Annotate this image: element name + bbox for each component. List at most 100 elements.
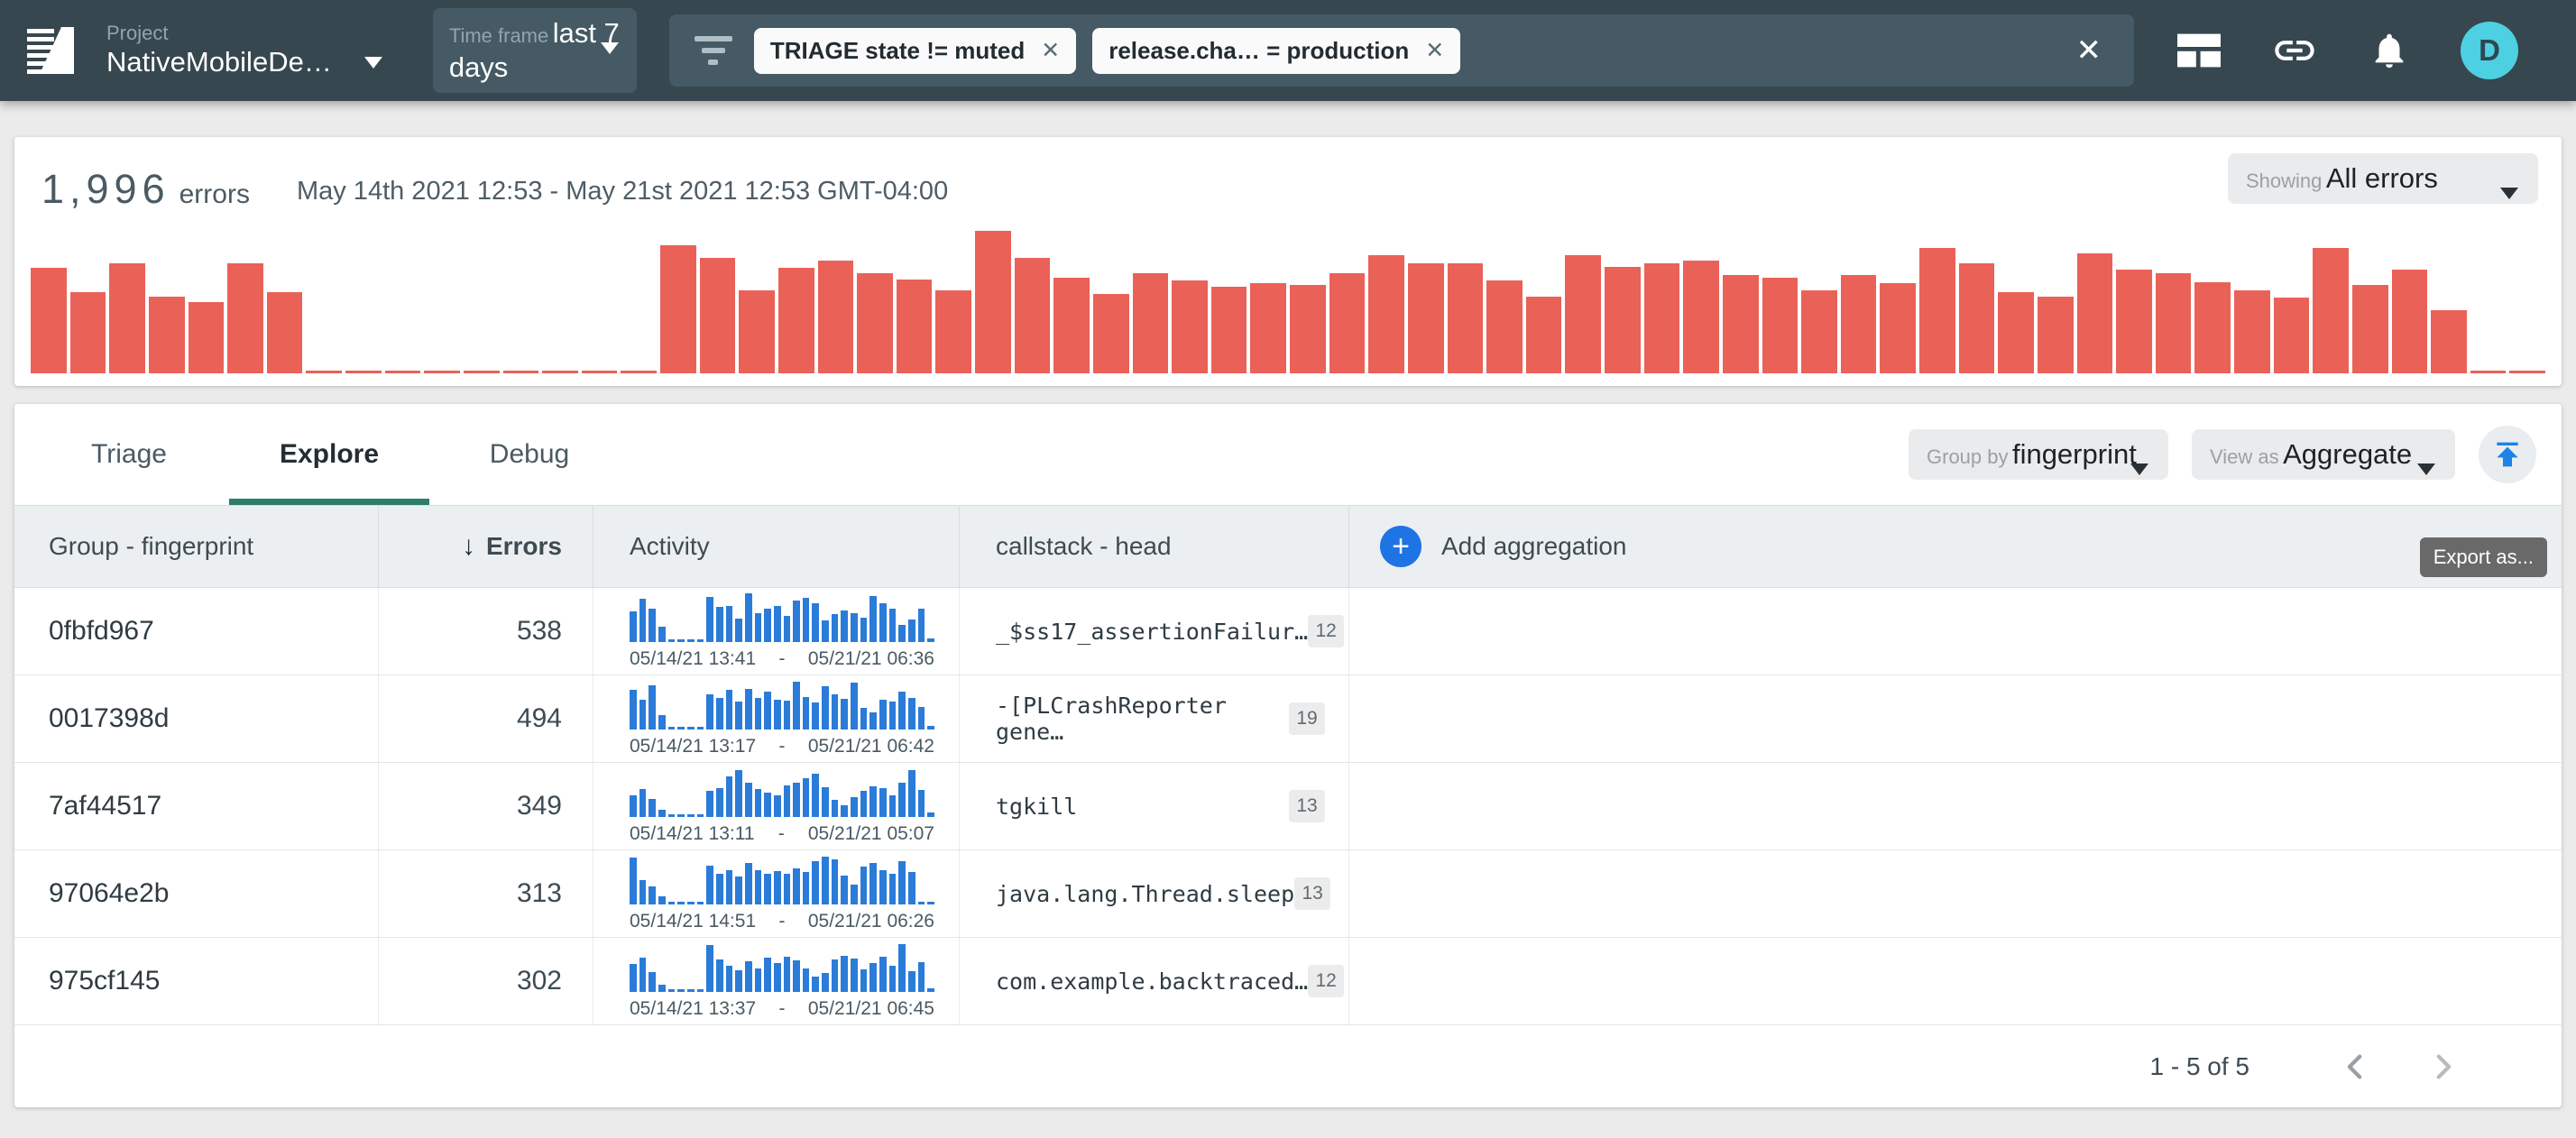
- topbar-actions: D: [2177, 22, 2518, 79]
- filter-chip-release-channel[interactable]: release.cha… = production ✕: [1092, 28, 1460, 74]
- tab-label: Explore: [280, 439, 379, 470]
- chevron-down-icon: [2130, 463, 2148, 475]
- project-value: NativeMobileDe…: [106, 45, 332, 79]
- activity-cell: 05/14/21 13:37 - 05/21/21 06:45: [593, 938, 960, 1024]
- active-tab-underline: [229, 499, 429, 505]
- column-header-fingerprint[interactable]: Group - fingerprint: [14, 506, 379, 587]
- table-controls: Group by fingerprint View as Aggregate: [1909, 426, 2536, 483]
- aggregation-cell: [1349, 588, 2562, 675]
- clear-filters-icon[interactable]: ✕: [2069, 32, 2110, 69]
- aggregation-cell: [1349, 938, 2562, 1024]
- project-selector[interactable]: Project NativeMobileDe…: [106, 22, 382, 79]
- group-by-select[interactable]: Group by fingerprint: [1909, 429, 2168, 480]
- activity-sparkline: [630, 856, 934, 904]
- table-row[interactable]: 0017398d 494 05/14/21 13:17 - 05/21/21 0…: [14, 675, 2562, 763]
- activity-end: 05/21/21 06:45: [808, 998, 934, 1020]
- pagination-row: 1 - 5 of 5: [14, 1025, 2562, 1107]
- callstack-cell: tgkill 13: [960, 763, 1349, 849]
- fingerprint-cell: 97064e2b: [14, 850, 379, 937]
- summary-row: 1,996 errors May 14th 2021 12:53 - May 2…: [14, 137, 2562, 213]
- chevron-down-icon: [2417, 463, 2435, 475]
- explore-card: Triage Explore Debug Group by fingerprin…: [14, 404, 2562, 1107]
- callstack-count-badge: 19: [1289, 702, 1325, 735]
- filter-bar[interactable]: TRIAGE state != muted ✕ release.cha… = p…: [669, 14, 2134, 87]
- errors-cell: 538: [379, 588, 593, 675]
- showing-select[interactable]: Showing All errors: [2228, 153, 2538, 204]
- sort-desc-icon: ↓: [462, 531, 475, 562]
- column-header-errors[interactable]: ↓ Errors: [379, 506, 593, 587]
- errors-cell: 302: [379, 938, 593, 1024]
- callstack-head: java.lang.Thread.sleep: [996, 881, 1294, 907]
- view-as-select[interactable]: View as Aggregate: [2192, 429, 2455, 480]
- activity-cell: 05/14/21 13:41 - 05/21/21 06:36: [593, 588, 960, 675]
- dashboard-icon[interactable]: [2177, 33, 2221, 68]
- app-page: Project NativeMobileDe… Time frame last …: [0, 0, 2576, 1138]
- activity-start: 05/14/21 13:17: [630, 736, 756, 757]
- next-page-button[interactable]: [2414, 1038, 2471, 1096]
- callstack-cell: _$ss17_assertionFailur… 12: [960, 588, 1349, 675]
- activity-start: 05/14/21 13:11: [630, 823, 755, 845]
- view-as-value: Aggregate: [2283, 438, 2412, 470]
- export-button[interactable]: [2479, 426, 2536, 483]
- tab-explore[interactable]: Explore: [229, 404, 429, 505]
- group-by-label: Group by: [1927, 445, 2009, 468]
- column-header-label: Errors: [486, 532, 562, 561]
- tab-triage[interactable]: Triage: [29, 404, 229, 505]
- chevron-down-icon: [2500, 188, 2518, 199]
- table-row[interactable]: 0fbfd967 538 05/14/21 13:41 - 05/21/21 0…: [14, 588, 2562, 675]
- errors-histogram[interactable]: [31, 231, 2545, 373]
- activity-cell: 05/14/21 13:11 - 05/21/21 05:07: [593, 763, 960, 849]
- column-header-activity[interactable]: Activity: [593, 506, 960, 587]
- activity-start: 05/14/21 14:51: [630, 911, 756, 932]
- tab-debug[interactable]: Debug: [429, 404, 630, 505]
- remove-filter-icon[interactable]: ✕: [1425, 37, 1444, 64]
- activity-sparkline: [630, 943, 934, 992]
- export-tooltip: Export as...: [2420, 537, 2547, 577]
- filter-chip-label: TRIAGE state != muted: [770, 37, 1025, 65]
- chevron-down-icon: [364, 57, 382, 69]
- notifications-bell-icon[interactable]: [2369, 30, 2410, 71]
- table-row[interactable]: 7af44517 349 05/14/21 13:11 - 05/21/21 0…: [14, 763, 2562, 850]
- activity-start: 05/14/21 13:41: [630, 648, 756, 670]
- view-as-label: View as: [2210, 445, 2279, 468]
- timeframe-selector[interactable]: Time frame last 7 days: [433, 8, 637, 93]
- showing-value: All errors: [2326, 162, 2438, 194]
- activity-end: 05/21/21 05:07: [808, 823, 934, 845]
- table-row[interactable]: 97064e2b 313 05/14/21 14:51 - 05/21/21 0…: [14, 850, 2562, 938]
- pagination-label: 1 - 5 of 5: [2149, 1052, 2249, 1081]
- callstack-cell: java.lang.Thread.sleep 13: [960, 850, 1349, 937]
- fingerprint-cell: 975cf145: [14, 938, 379, 1024]
- previous-page-button[interactable]: [2327, 1038, 2385, 1096]
- fingerprint-cell: 0017398d: [14, 675, 379, 762]
- project-label: Project: [106, 22, 382, 45]
- callstack-head: -[PLCrashReporter gene…: [996, 693, 1289, 745]
- tab-label: Triage: [91, 439, 167, 470]
- backtrace-logo-icon[interactable]: [22, 22, 79, 79]
- error-count-unit: errors: [179, 179, 250, 210]
- publish-export-icon: [2489, 436, 2525, 473]
- filter-chip-triage-state[interactable]: TRIAGE state != muted ✕: [754, 28, 1076, 74]
- table-row[interactable]: 975cf145 302 05/14/21 13:37 - 05/21/21 0…: [14, 938, 2562, 1025]
- aggregation-cell: [1349, 763, 2562, 849]
- errors-summary-card: 1,996 errors May 14th 2021 12:53 - May 2…: [14, 137, 2562, 386]
- add-aggregation-button[interactable]: + Add aggregation: [1349, 506, 2562, 587]
- chevron-down-icon: [601, 42, 619, 54]
- callstack-head: tgkill: [996, 794, 1077, 820]
- callstack-count-badge: 12: [1308, 615, 1344, 647]
- date-range: May 14th 2021 12:53 - May 21st 2021 12:5…: [297, 177, 948, 206]
- group-by-value: fingerprint: [2012, 438, 2137, 470]
- aggregation-cell: [1349, 675, 2562, 762]
- callstack-head: _$ss17_assertionFailur…: [996, 619, 1308, 645]
- callstack-cell: -[PLCrashReporter gene… 19: [960, 675, 1349, 762]
- callstack-count-badge: 13: [1294, 877, 1330, 910]
- remove-filter-icon[interactable]: ✕: [1041, 37, 1060, 64]
- fingerprint-cell: 0fbfd967: [14, 588, 379, 675]
- plus-icon: +: [1380, 526, 1421, 567]
- activity-sparkline: [630, 593, 934, 642]
- column-header-callstack[interactable]: callstack - head: [960, 506, 1349, 587]
- filter-chip-label: release.cha… = production: [1109, 37, 1409, 65]
- user-avatar[interactable]: D: [2461, 22, 2518, 79]
- timeframe-label: Time frame: [449, 24, 548, 47]
- activity-end: 05/21/21 06:26: [808, 911, 934, 932]
- share-link-icon[interactable]: [2271, 27, 2318, 74]
